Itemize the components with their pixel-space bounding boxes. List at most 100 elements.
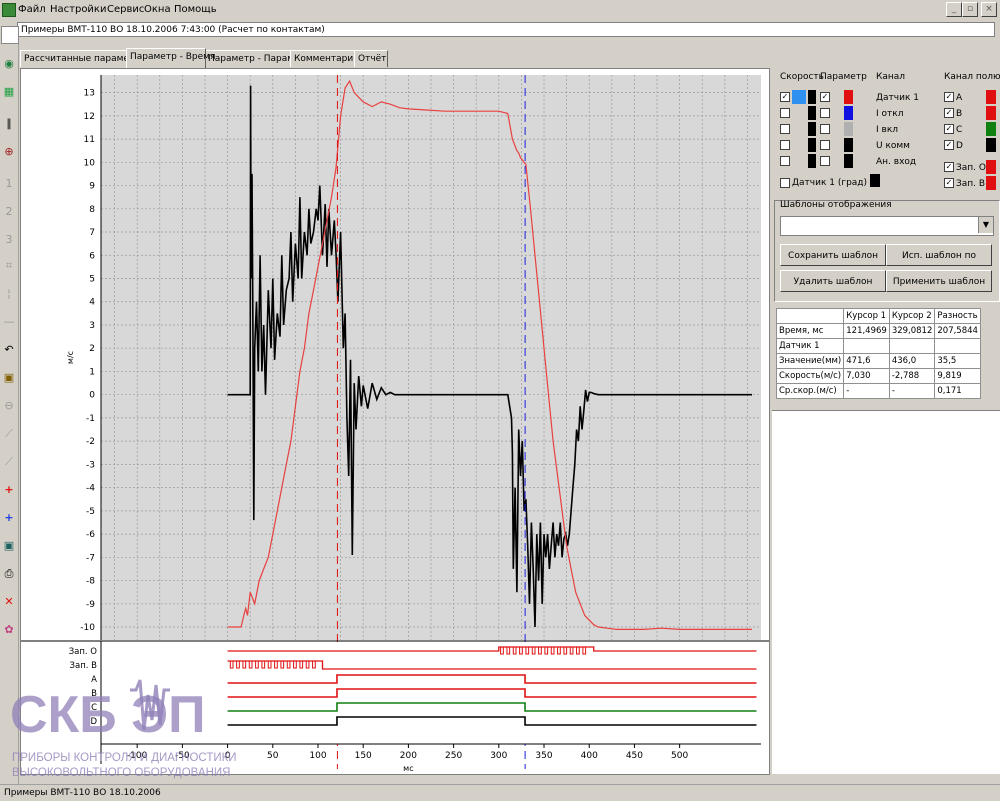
tab-param-param[interactable]: Параметр - Параметр bbox=[204, 50, 311, 67]
pole-zap-v-checkbox[interactable]: ✓ bbox=[944, 178, 954, 188]
param-checkbox-2[interactable] bbox=[820, 108, 830, 118]
crop-icon[interactable]: ⌗ bbox=[1, 258, 17, 274]
cursor-table: Курсор 1 Курсор 2 Разность Время, мс 121… bbox=[775, 308, 981, 399]
chevron-down-icon[interactable]: ▼ bbox=[978, 217, 993, 233]
stack-icon[interactable]: ▦ bbox=[1, 84, 17, 100]
y-tick-label: 0 bbox=[89, 391, 95, 401]
tab-comment[interactable]: Комментарий bbox=[290, 50, 359, 67]
logo-brand-text: СКБ ЭП bbox=[10, 686, 205, 744]
table-row: Скорость(м/с) 7,030 -2,788 9,819 bbox=[775, 368, 981, 384]
degree-checkbox[interactable] bbox=[780, 178, 790, 188]
menu-windows[interactable]: Окна bbox=[144, 4, 171, 15]
pole-a-checkbox[interactable]: ✓ bbox=[944, 92, 954, 102]
x-tick-label: 400 bbox=[581, 751, 598, 761]
table-cell: 0,171 bbox=[934, 383, 981, 399]
y-tick-label: -7 bbox=[86, 553, 95, 563]
param-checkbox-5[interactable] bbox=[820, 156, 830, 166]
delete-template-button[interactable]: Удалить шаблон bbox=[780, 270, 886, 292]
speed-checkbox-4[interactable] bbox=[780, 140, 790, 150]
chart-svg[interactable]: 131211109876543210-1-2-3-4-5-6-7-8-9-10м… bbox=[21, 69, 769, 774]
table-cell: Время, мс bbox=[775, 323, 845, 339]
y-tick-label: 10 bbox=[84, 158, 96, 168]
frame-icon[interactable]: ▣ bbox=[1, 538, 17, 554]
tab-param-time[interactable]: Параметр - Время bbox=[126, 48, 215, 68]
add-blue-icon[interactable]: + bbox=[1, 510, 17, 526]
undo-icon[interactable]: ↶ bbox=[1, 342, 17, 358]
minus-icon[interactable]: — bbox=[1, 314, 17, 330]
degree-swatch[interactable] bbox=[870, 174, 880, 187]
status-bar: Примеры ВМТ-110 ВО 18.10.2006 bbox=[0, 784, 1000, 801]
tab-report[interactable]: Отчёт bbox=[354, 50, 388, 67]
param-checkbox-3[interactable] bbox=[820, 124, 830, 134]
speed-color-2[interactable] bbox=[808, 106, 816, 120]
speed-checkbox-2[interactable] bbox=[780, 108, 790, 118]
minimize-button[interactable]: _ bbox=[946, 2, 962, 17]
watermark-logo: СКБ ЭП ПРИБОРЫ КОНТРОЛЯ И ДИАГНОСТИКИ ВЫ… bbox=[10, 670, 340, 780]
apply-template-button[interactable]: Применить шаблон bbox=[886, 270, 992, 292]
use-default-template-button[interactable]: Исп. шаблон по умолч. bbox=[886, 244, 992, 283]
param-swatch-4[interactable] bbox=[844, 138, 853, 152]
speed-color-1[interactable] bbox=[808, 90, 816, 104]
add-red-icon[interactable]: + bbox=[1, 482, 17, 498]
table-cell: -2,788 bbox=[888, 368, 936, 384]
save-template-button[interactable]: Сохранить шаблон как... bbox=[780, 244, 886, 283]
pole-a-swatch[interactable] bbox=[986, 90, 996, 104]
pole-b-checkbox[interactable]: ✓ bbox=[944, 108, 954, 118]
y-tick-label: -10 bbox=[80, 623, 95, 633]
speed-checkbox-1[interactable]: ✓ bbox=[780, 92, 790, 102]
template-select[interactable]: ▼ bbox=[780, 216, 994, 236]
cursor3-icon[interactable]: 3 bbox=[1, 232, 17, 248]
table-cell bbox=[888, 338, 936, 354]
y-tick-label: 1 bbox=[89, 367, 95, 377]
pole-d-checkbox[interactable]: ✓ bbox=[944, 140, 954, 150]
plot-area[interactable]: 13 12 11 10 9 8 7 6 5 4 3 2 1 0 -1 -2 -3 -4 -5 -6 -7 -8 -9 -10 м… bbox=[20, 68, 770, 775]
zoom-icon[interactable]: ⊕ bbox=[1, 144, 17, 160]
pole-d-swatch[interactable] bbox=[986, 138, 996, 152]
speed-color-3[interactable] bbox=[808, 122, 816, 136]
globe-icon[interactable]: ◉ bbox=[1, 56, 17, 72]
pole-b-swatch[interactable] bbox=[986, 106, 996, 120]
lane-label: Зап. О bbox=[69, 647, 98, 657]
cursor1-icon[interactable]: 1 bbox=[1, 176, 17, 192]
restore-button[interactable]: ▫ bbox=[962, 2, 978, 17]
tab-calculated-params[interactable]: Рассчитанные параметры bbox=[20, 50, 147, 67]
param-swatch-1[interactable] bbox=[844, 90, 853, 104]
graph1-icon[interactable]: ⟋ bbox=[1, 426, 17, 442]
pole-c-checkbox[interactable]: ✓ bbox=[944, 124, 954, 134]
menu-file[interactable]: Файл bbox=[18, 4, 46, 15]
speed-checkbox-5[interactable] bbox=[780, 156, 790, 166]
menu-service[interactable]: Сервис bbox=[107, 4, 144, 15]
param-swatch-3[interactable] bbox=[844, 122, 853, 136]
lock-icon[interactable]: ▣ bbox=[1, 370, 17, 386]
param-checkbox-1[interactable]: ✓ bbox=[820, 92, 830, 102]
pole-zap-o-swatch[interactable] bbox=[986, 160, 996, 174]
close-button[interactable]: × bbox=[981, 2, 997, 17]
pause-icon[interactable]: ∥ bbox=[1, 116, 17, 132]
delete-icon[interactable]: ✕ bbox=[1, 594, 17, 610]
palette-icon[interactable]: ✿ bbox=[1, 622, 17, 638]
split-icon[interactable]: ¦ bbox=[1, 286, 17, 302]
table-cell: 9,819 bbox=[934, 368, 981, 384]
param-swatch-5[interactable] bbox=[844, 154, 853, 168]
menu-settings[interactable]: Настройки bbox=[50, 4, 106, 15]
speed-color-5[interactable] bbox=[808, 154, 816, 168]
pole-c-swatch[interactable] bbox=[986, 122, 996, 136]
status-text: Примеры ВМТ-110 ВО 18.10.2006 bbox=[4, 788, 161, 798]
logo-line1: ПРИБОРЫ КОНТРОЛЯ И ДИАГНОСТИКИ bbox=[12, 752, 237, 764]
pole-zap-o-checkbox[interactable]: ✓ bbox=[944, 162, 954, 172]
pole-zap-v-swatch[interactable] bbox=[986, 176, 996, 190]
cursor2-icon[interactable]: 2 bbox=[1, 204, 17, 220]
app-icon[interactable] bbox=[2, 3, 16, 17]
graph2-icon[interactable]: ⟋ bbox=[1, 454, 17, 470]
x-tick-label: 200 bbox=[400, 751, 417, 761]
param-swatch-2[interactable] bbox=[844, 106, 853, 120]
speed-color-4[interactable] bbox=[808, 138, 816, 152]
table-cell: - bbox=[843, 383, 890, 399]
speed-swatch-1[interactable] bbox=[792, 90, 806, 104]
zoom-out-icon[interactable]: ⊖ bbox=[1, 398, 17, 414]
menu-help[interactable]: Помощь bbox=[174, 4, 217, 15]
param-checkbox-4[interactable] bbox=[820, 140, 830, 150]
speed-checkbox-3[interactable] bbox=[780, 124, 790, 134]
document-icon[interactable] bbox=[1, 26, 19, 44]
print-icon[interactable]: ⎙ bbox=[1, 566, 17, 582]
